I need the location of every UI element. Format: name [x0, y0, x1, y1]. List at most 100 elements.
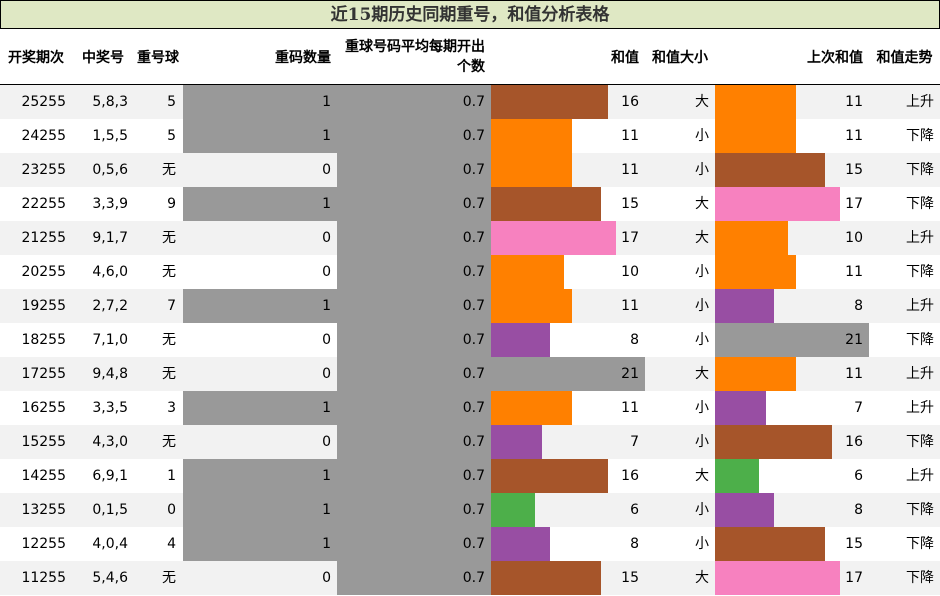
- avg-repeat-value: 0.7: [462, 570, 485, 586]
- repeat-count-value: 1: [322, 128, 331, 144]
- repeat-count-value: 1: [322, 400, 331, 416]
- prev-sum-value: 10: [845, 230, 863, 246]
- header-sum: 和值: [611, 49, 639, 66]
- sum-value: 8: [630, 332, 639, 348]
- period-cell: 23255: [21, 162, 66, 178]
- sum-size-cell: 小: [695, 536, 709, 552]
- repeat-ball-cell: 1: [167, 468, 176, 484]
- repeat-ball-cell: 4: [167, 536, 176, 552]
- prev-sum-value: 8: [854, 502, 863, 518]
- prev-sum-value: 8: [854, 298, 863, 314]
- sum-value: 16: [621, 94, 639, 110]
- number-cell: 4,0,4: [92, 536, 128, 552]
- avg-repeat-value: 0.7: [462, 196, 485, 212]
- header-repeat-ball: 重号球: [137, 49, 179, 66]
- number-cell: 2,7,2: [92, 298, 128, 314]
- repeat-count-value: 1: [322, 94, 331, 110]
- sum-size-cell: 小: [695, 400, 709, 416]
- repeat-count-value: 1: [322, 536, 331, 552]
- period-cell: 20255: [21, 264, 66, 280]
- avg-repeat-value: 0.7: [462, 434, 485, 450]
- sum-trend-cell: 下降: [906, 332, 934, 348]
- avg-repeat-value: 0.7: [462, 298, 485, 314]
- table-row: 11255 5,4,6 无 0 0.7 15 大 17 下降: [0, 561, 940, 595]
- table-row: 21255 9,1,7 无 0 0.7 17 大 10 上升: [0, 221, 940, 255]
- number-cell: 0,1,5: [92, 502, 128, 518]
- repeat-ball-cell: 5: [167, 128, 176, 144]
- sum-trend-cell: 下降: [906, 162, 934, 178]
- repeat-count-value: 1: [322, 196, 331, 212]
- header-number: 中奖号: [82, 49, 124, 66]
- sum-size-cell: 大: [695, 230, 709, 246]
- sum-size-cell: 小: [695, 128, 709, 144]
- repeat-count-value: 0: [322, 434, 331, 450]
- period-cell: 24255: [21, 128, 66, 144]
- header-sum-trend: 和值走势: [876, 49, 933, 66]
- repeat-count-value: 0: [322, 366, 331, 382]
- prev-sum-value: 17: [845, 570, 863, 586]
- table-row: 17255 9,4,8 无 0 0.7 21 大 11 上升: [0, 357, 940, 391]
- table-title: 近15期历史同期重号，和值分析表格: [0, 0, 940, 29]
- repeat-ball-cell: 无: [162, 162, 176, 178]
- sum-value: 11: [621, 400, 639, 416]
- sum-size-cell: 大: [695, 94, 709, 110]
- table-row: 20255 4,6,0 无 0 0.7 10 小 11 下降: [0, 255, 940, 289]
- period-cell: 19255: [21, 298, 66, 314]
- period-cell: 16255: [21, 400, 66, 416]
- table-row: 19255 2,7,2 7 1 0.7 11 小 8 上升: [0, 289, 940, 323]
- avg-repeat-value: 0.7: [462, 264, 485, 280]
- sum-trend-cell: 下降: [906, 196, 934, 212]
- repeat-count-value: 1: [322, 298, 331, 314]
- number-cell: 0,5,6: [92, 162, 128, 178]
- avg-repeat-value: 0.7: [462, 128, 485, 144]
- sum-trend-cell: 下降: [906, 570, 934, 586]
- repeat-ball-cell: 0: [167, 502, 176, 518]
- table-row: 24255 1,5,5 5 1 0.7 11 小 11 下降: [0, 119, 940, 153]
- number-cell: 4,3,0: [92, 434, 128, 450]
- sum-trend-cell: 上升: [906, 298, 934, 314]
- repeat-ball-cell: 无: [162, 332, 176, 348]
- sum-size-cell: 小: [695, 332, 709, 348]
- repeat-count-value: 0: [322, 332, 331, 348]
- sum-value: 11: [621, 128, 639, 144]
- avg-repeat-value: 0.7: [462, 468, 485, 484]
- sum-trend-cell: 上升: [906, 468, 934, 484]
- sum-value: 6: [630, 502, 639, 518]
- avg-repeat-value: 0.7: [462, 332, 485, 348]
- number-cell: 7,1,0: [92, 332, 128, 348]
- repeat-count-value: 1: [322, 502, 331, 518]
- number-cell: 6,9,1: [92, 468, 128, 484]
- sum-size-cell: 小: [695, 264, 709, 280]
- header-avg-repeat: 重球号码平均每期开出个数: [337, 29, 491, 84]
- prev-sum-value: 11: [845, 264, 863, 280]
- table-row: 22255 3,3,9 9 1 0.7 15 大 17 下降: [0, 187, 940, 221]
- repeat-count-value: 1: [322, 468, 331, 484]
- table-row: 23255 0,5,6 无 0 0.7 11 小 15 下降: [0, 153, 940, 187]
- period-cell: 12255: [21, 536, 66, 552]
- period-cell: 18255: [21, 332, 66, 348]
- sum-trend-cell: 下降: [906, 502, 934, 518]
- repeat-ball-cell: 9: [167, 196, 176, 212]
- sum-value: 15: [621, 196, 639, 212]
- number-cell: 1,5,5: [92, 128, 128, 144]
- repeat-ball-cell: 无: [162, 434, 176, 450]
- repeat-ball-cell: 无: [162, 264, 176, 280]
- sum-value: 11: [621, 298, 639, 314]
- table-row: 12255 4,0,4 4 1 0.7 8 小 15 下降: [0, 527, 940, 561]
- sum-value: 10: [621, 264, 639, 280]
- sum-size-cell: 小: [695, 298, 709, 314]
- avg-repeat-value: 0.7: [462, 400, 485, 416]
- sum-trend-cell: 上升: [906, 94, 934, 110]
- table-row: 13255 0,1,5 0 1 0.7 6 小 8 下降: [0, 493, 940, 527]
- table-row: 16255 3,3,5 3 1 0.7 11 小 7 上升: [0, 391, 940, 425]
- sum-trend-cell: 下降: [906, 128, 934, 144]
- period-cell: 21255: [21, 230, 66, 246]
- avg-repeat-value: 0.7: [462, 502, 485, 518]
- number-cell: 4,6,0: [92, 264, 128, 280]
- sum-trend-cell: 上升: [906, 366, 934, 382]
- sum-trend-cell: 下降: [906, 536, 934, 552]
- prev-sum-value: 6: [854, 468, 863, 484]
- sum-size-cell: 小: [695, 502, 709, 518]
- period-cell: 14255: [21, 468, 66, 484]
- table-row: 18255 7,1,0 无 0 0.7 8 小 21 下降: [0, 323, 940, 357]
